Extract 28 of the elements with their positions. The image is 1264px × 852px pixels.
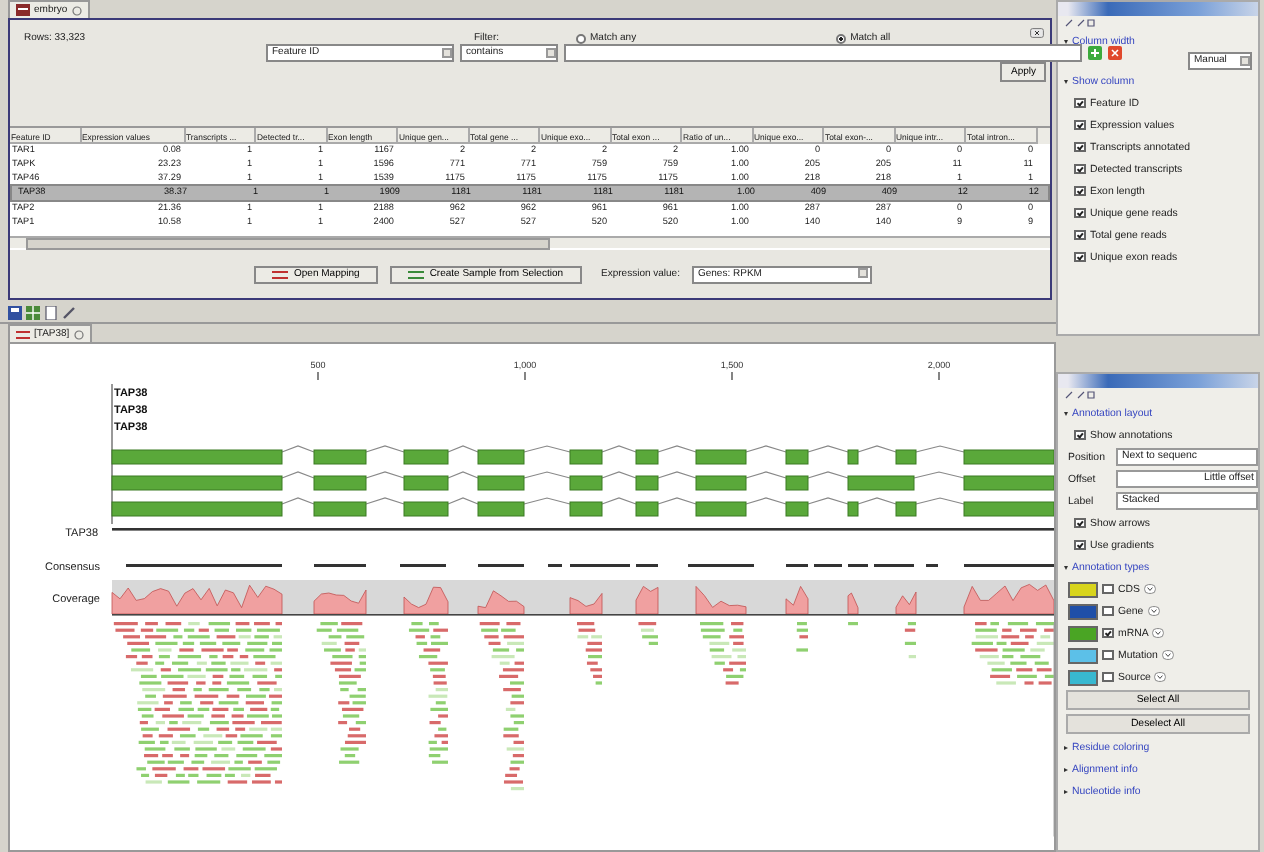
remove-icon[interactable] (1108, 46, 1122, 60)
close-icon[interactable] (1030, 28, 1044, 38)
filter-input[interactable] (564, 44, 1082, 62)
dropdown-icon[interactable] (1161, 650, 1174, 660)
color-swatch[interactable] (1068, 581, 1098, 597)
dropdown-icon[interactable] (1147, 606, 1160, 616)
mapping-icon (272, 269, 288, 279)
sample-icon (407, 269, 424, 279)
ruler-tick (524, 371, 526, 381)
dropdown-icon[interactable] (1143, 584, 1156, 594)
table-icon (16, 4, 30, 16)
add-icon[interactable] (1088, 46, 1102, 60)
ruler-tick (938, 371, 940, 381)
ruler-tick (731, 371, 733, 381)
mapping-icon (16, 329, 30, 339)
color-swatch[interactable] (1068, 625, 1098, 641)
horizontal-scrollbar[interactable] (10, 235, 1050, 248)
dropdown-icon[interactable] (1152, 628, 1165, 638)
edit-icon[interactable] (62, 306, 76, 320)
color-swatch[interactable] (1068, 603, 1098, 619)
tool-icon[interactable] (1064, 390, 1096, 400)
color-swatch[interactable] (1068, 647, 1098, 663)
color-swatch[interactable] (1068, 669, 1098, 685)
ruler-tick (317, 371, 319, 381)
dropdown-icon[interactable] (1154, 672, 1167, 682)
tool-icon[interactable] (1064, 18, 1096, 28)
grid-icon[interactable] (26, 306, 40, 320)
save-icon[interactable] (8, 306, 22, 320)
